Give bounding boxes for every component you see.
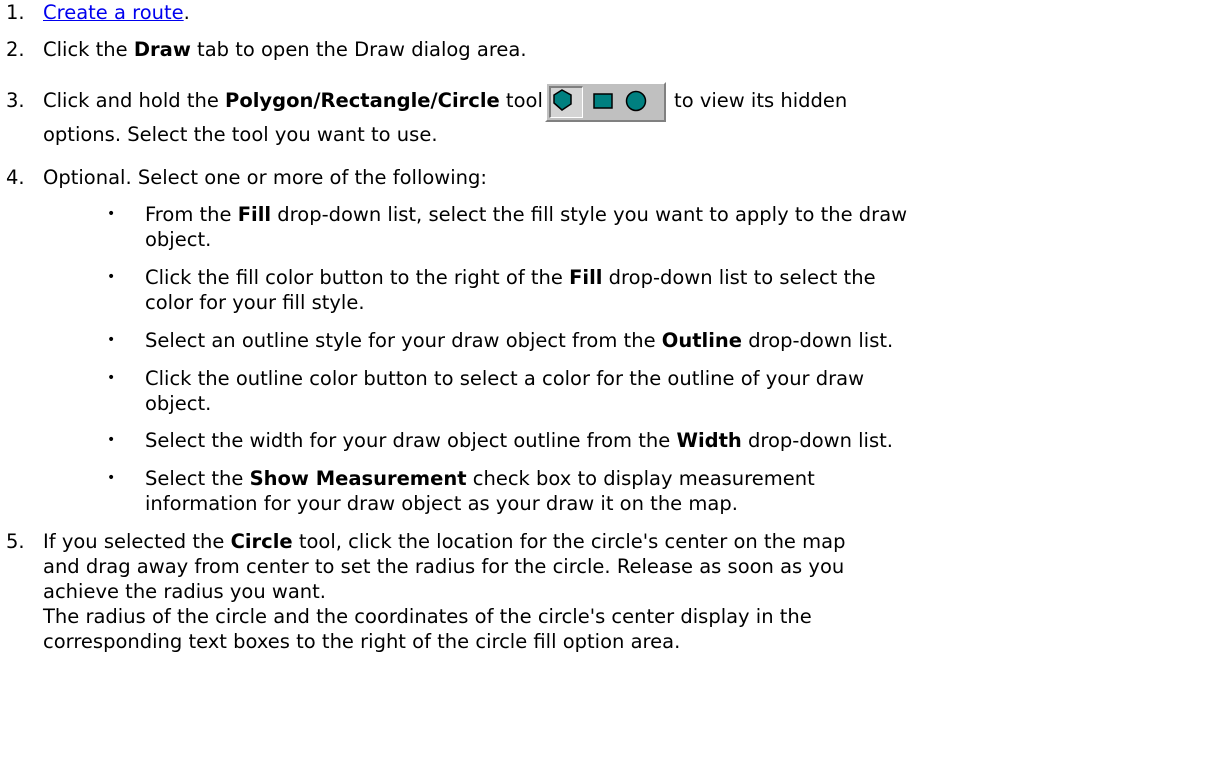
circle-tool-icon bbox=[625, 90, 647, 112]
rectangle-tool-icon bbox=[593, 93, 613, 109]
step-number: 5. bbox=[6, 530, 25, 553]
step-text: Create a route. bbox=[43, 1, 190, 24]
polygon-tool-icon bbox=[553, 89, 572, 111]
draw-tab-term: Draw bbox=[133, 38, 191, 61]
step-text: If you selected the Circle tool, click t… bbox=[43, 530, 846, 653]
bullet-icon: • bbox=[107, 206, 116, 222]
step-text: Optional. Select one or more of the foll… bbox=[43, 166, 487, 189]
create-route-link[interactable]: Create a route bbox=[43, 1, 184, 24]
polygon-rectangle-circle-toolbar bbox=[544, 82, 666, 122]
step-text: Click and hold the Polygon/Rectangle/Cir… bbox=[43, 82, 1203, 147]
polygon-tool-term: Polygon/Rectangle/Circle bbox=[225, 89, 500, 112]
step-number: 3. bbox=[6, 89, 25, 112]
step-number: 2. bbox=[6, 38, 25, 61]
bullet-icon: • bbox=[107, 332, 116, 348]
bullet-icon: • bbox=[107, 269, 116, 285]
circle-tool-term: Circle bbox=[230, 530, 293, 553]
bullet-icon: • bbox=[107, 370, 116, 386]
step-number: 1. bbox=[6, 1, 25, 24]
bullet-icon: • bbox=[107, 432, 116, 448]
step-text: Click the Draw tab to open the Draw dial… bbox=[43, 38, 527, 61]
bullet-icon: • bbox=[107, 470, 116, 486]
step-number: 4. bbox=[6, 166, 25, 189]
toolbar-icons bbox=[553, 89, 647, 112]
